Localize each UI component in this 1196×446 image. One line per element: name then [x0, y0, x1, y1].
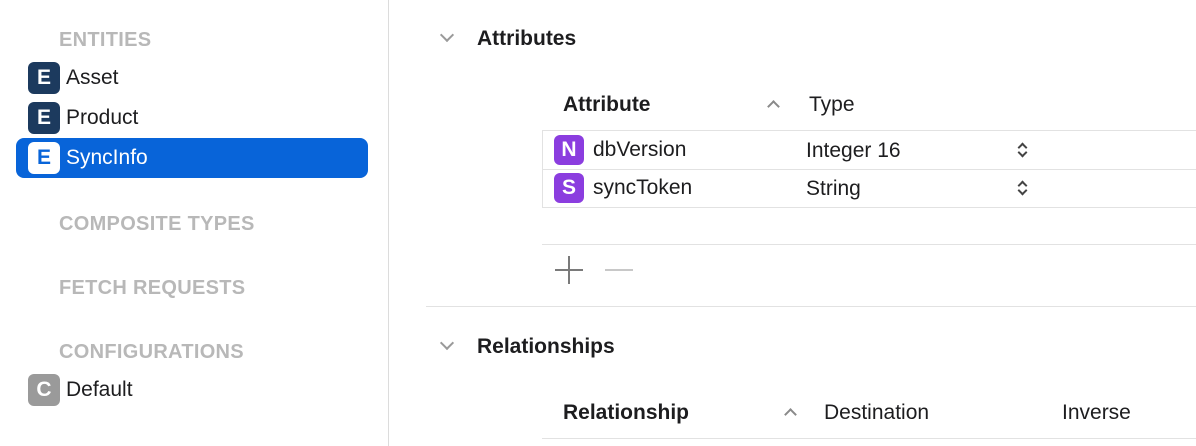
- attribute-type-value[interactable]: Integer 16: [806, 139, 901, 163]
- up-down-chevron-icon[interactable]: [1016, 139, 1030, 161]
- entity-icon: E: [28, 142, 60, 174]
- table-divider: [542, 207, 1196, 208]
- type-column-header[interactable]: Type: [809, 93, 855, 117]
- entity-editor: Attributes Attribute Type N dbVersion In…: [389, 0, 1196, 446]
- sidebar-item-product[interactable]: E Product: [16, 98, 368, 138]
- remove-attribute-minus-icon[interactable]: [605, 256, 633, 284]
- table-row-dbversion[interactable]: N dbVersion Integer 16: [542, 131, 1196, 169]
- relationship-column-header[interactable]: Relationship: [563, 401, 689, 425]
- fetch-requests-section-header[interactable]: FETCH REQUESTS: [59, 277, 245, 300]
- sidebar-item-label: Default: [66, 378, 133, 401]
- table-divider: [542, 244, 1196, 245]
- destination-column-header[interactable]: Destination: [824, 401, 929, 425]
- entity-icon: E: [28, 102, 60, 134]
- attribute-column-header[interactable]: Attribute: [563, 93, 651, 117]
- attribute-type-icon: S: [554, 173, 584, 203]
- sidebar: ENTITIES E Asset E Product E SyncInfo CO…: [0, 0, 388, 446]
- attributes-collapse-chevron-down-icon[interactable]: [439, 27, 455, 43]
- sort-ascending-chevron-up-icon[interactable]: [767, 100, 780, 113]
- sidebar-item-default-configuration[interactable]: C Default: [16, 370, 368, 410]
- relationships-section-title: Relationships: [477, 335, 615, 358]
- table-divider: [542, 438, 1196, 439]
- attributes-section-title: Attributes: [477, 27, 577, 50]
- sidebar-item-syncinfo[interactable]: E SyncInfo: [16, 138, 368, 178]
- table-row-synctoken[interactable]: S syncToken String: [542, 169, 1196, 207]
- attribute-type-icon: N: [554, 135, 584, 165]
- sidebar-item-asset[interactable]: E Asset: [16, 58, 368, 98]
- attribute-name[interactable]: dbVersion: [593, 138, 686, 162]
- add-attribute-plus-icon[interactable]: [555, 256, 583, 284]
- up-down-chevron-icon[interactable]: [1016, 177, 1030, 199]
- sidebar-item-label: Product: [66, 106, 139, 129]
- section-divider: [426, 306, 1196, 307]
- entity-icon: E: [28, 62, 60, 94]
- configurations-section-header[interactable]: CONFIGURATIONS: [59, 341, 244, 364]
- sort-ascending-chevron-up-icon[interactable]: [784, 408, 797, 421]
- attribute-name[interactable]: syncToken: [593, 176, 692, 200]
- sidebar-item-label: SyncInfo: [66, 146, 148, 169]
- attribute-type-value[interactable]: String: [806, 177, 861, 201]
- configuration-icon: C: [28, 374, 60, 406]
- entities-section-header: ENTITIES: [59, 29, 152, 51]
- relationships-collapse-chevron-down-icon[interactable]: [439, 335, 455, 351]
- sidebar-item-label: Asset: [66, 66, 119, 89]
- inverse-column-header[interactable]: Inverse: [1062, 401, 1131, 425]
- composite-types-section-header[interactable]: COMPOSITE TYPES: [59, 213, 255, 236]
